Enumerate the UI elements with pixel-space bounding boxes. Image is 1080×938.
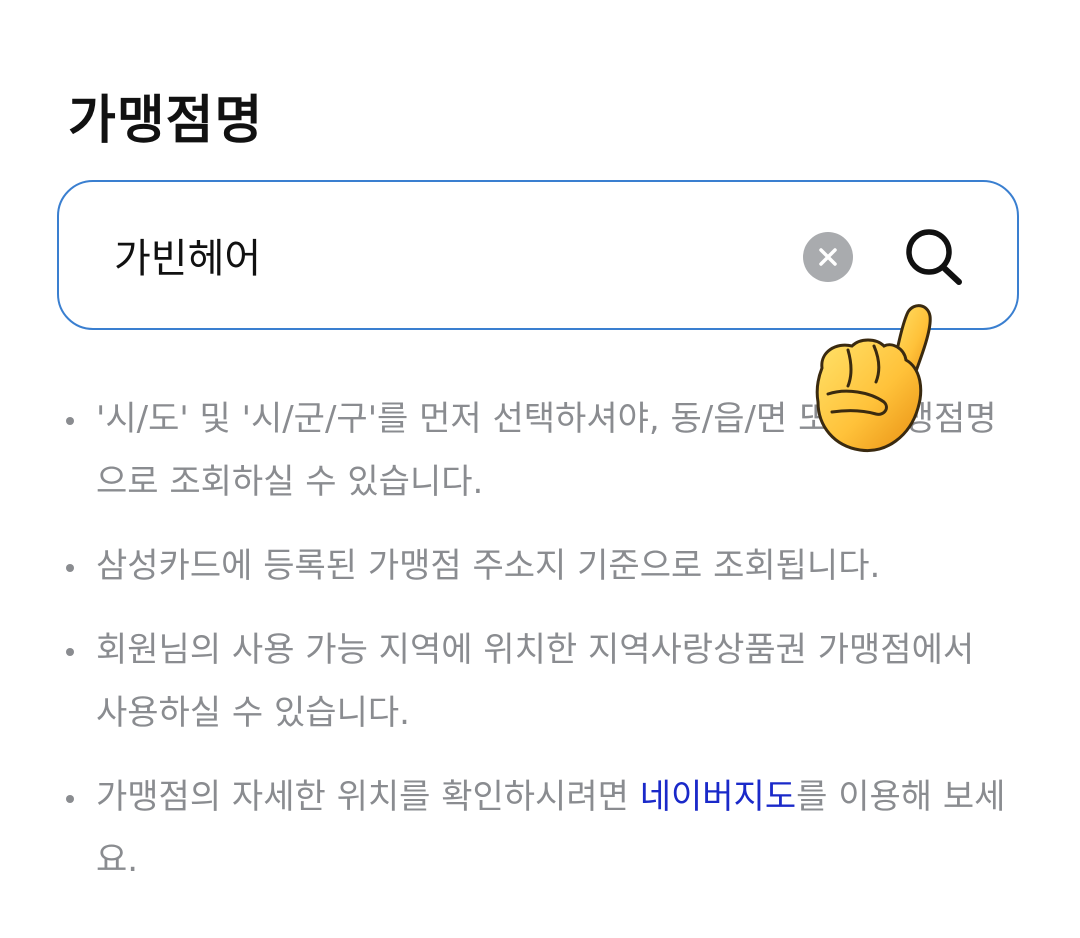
- notice-item: 삼성카드에 등록된 가맹점 주소지 기준으로 조회됩니다.: [66, 535, 1006, 598]
- bullet-dot: [66, 564, 74, 572]
- search-input[interactable]: [114, 220, 754, 290]
- search-button[interactable]: [899, 224, 969, 294]
- naver-map-link[interactable]: 네이버지도: [640, 777, 796, 817]
- search-icon: [906, 229, 962, 285]
- close-icon: [819, 248, 837, 266]
- notice-list: '시/도' 및 '시/군/구'를 먼저 선택하셔야, 동/읍/면 또는 가맹점명…: [66, 388, 1006, 913]
- bullet-dot: [66, 417, 74, 425]
- bullet-dot: [66, 795, 74, 803]
- notice-text: 회원님의 사용 가능 지역에 위치한 지역사랑상품권 가맹점에서 사용하실 수 …: [96, 630, 975, 733]
- clear-button[interactable]: [803, 232, 853, 282]
- notice-text: 가맹점의 자세한 위치를 확인하시려면: [96, 777, 640, 817]
- notice-item: 회원님의 사용 가능 지역에 위치한 지역사랑상품권 가맹점에서 사용하실 수 …: [66, 619, 1006, 745]
- page-title: 가맹점명: [68, 91, 264, 151]
- notice-text: 삼성카드에 등록된 가맹점 주소지 기준으로 조회됩니다.: [96, 546, 881, 586]
- notice-item: 가맹점의 자세한 위치를 확인하시려면 네이버지도를 이용해 보세요.: [66, 766, 1006, 892]
- bullet-dot: [66, 648, 74, 656]
- pointing-hand-icon: [815, 304, 932, 453]
